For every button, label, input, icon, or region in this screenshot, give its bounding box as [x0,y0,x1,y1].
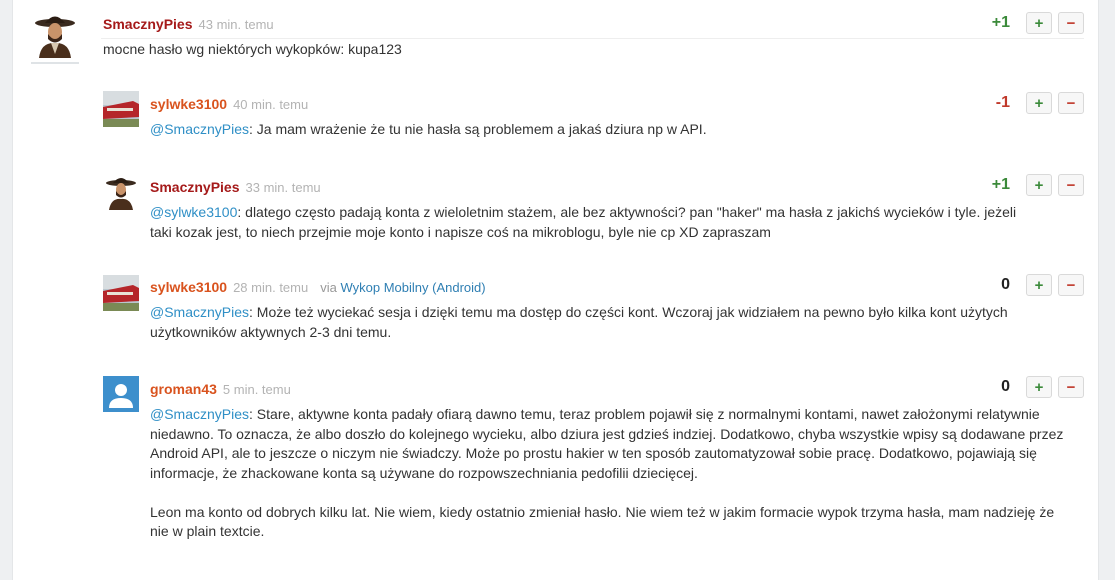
comment-body: : Stare, aktywne konta padały ofiarą daw… [150,406,1064,481]
downvote-button[interactable]: − [1058,92,1084,114]
vote-box: +1 + − [980,12,1084,34]
entry-text: mocne hasło wg niektórych wykopków: kupa… [103,41,402,57]
comment-body-paragraph: Leon ma konto od dobrych kilku lat. Nie … [150,503,1055,540]
vote-score: -1 [995,94,1010,111]
comment-text: @SmacznyPies: Stare, aktywne konta padał… [150,405,1070,542]
vote-box: -1 + − [980,92,1084,114]
upvote-button[interactable]: + [1026,274,1052,296]
avatar[interactable] [103,174,139,210]
vote-box: 0 + − [980,376,1084,398]
comment: sylwke3100 40 min. temu -1 + − @SmacznyP… [13,88,1098,148]
user-mention[interactable]: @SmacznyPies [150,406,249,422]
comment-thread: SmacznyPies 43 min. temu +1 + − mocne ha… [12,0,1099,580]
avatar[interactable] [103,91,139,127]
comment-text: @sylwke3100: dlatego często padają konta… [150,203,1038,242]
upvote-button[interactable]: + [1026,12,1052,34]
comment-body: : dlatego często padają konta z wielolet… [150,204,1017,240]
author-link[interactable]: sylwke3100 [150,279,227,295]
comment-header: SmacznyPies 33 min. temu [150,179,321,195]
comment-header: sylwke3100 40 min. temu [150,96,308,112]
author-link[interactable]: sylwke3100 [150,96,227,112]
downvote-button[interactable]: − [1058,12,1084,34]
comment: groman43 5 min. temu 0 + − @SmacznyPies:… [13,373,1098,563]
vote-score: +1 [991,14,1010,31]
entry-header: SmacznyPies 43 min. temu [103,16,274,32]
vote-score: +1 [991,176,1010,193]
entry: SmacznyPies 43 min. temu +1 + − mocne ha… [13,0,1098,70]
downvote-button[interactable]: − [1058,174,1084,196]
author-link[interactable]: groman43 [150,381,217,397]
comment-text: @SmacznyPies: Ja mam wrażenie że tu nie … [150,120,1038,140]
vote-box: 0 + − [980,274,1084,296]
downvote-button[interactable]: − [1058,274,1084,296]
timestamp[interactable]: 28 min. temu [233,280,308,295]
comment-header: sylwke3100 28 min. temu via Wykop Mobiln… [150,279,486,295]
author-link[interactable]: SmacznyPies [103,16,193,32]
vote-box: +1 + − [980,174,1084,196]
via-info: via Wykop Mobilny (Android) [320,280,485,295]
via-prefix: via [320,280,337,295]
vote-score: 0 [1001,276,1010,293]
comment-body: : Może też wyciekać sesja i dzięki temu … [150,304,1008,340]
author-link[interactable]: SmacznyPies [150,179,240,195]
comment: sylwke3100 28 min. temu via Wykop Mobiln… [13,272,1098,352]
user-mention[interactable]: @sylwke3100 [150,204,237,220]
avatar-divider [31,62,79,64]
timestamp[interactable]: 5 min. temu [223,382,291,397]
upvote-button[interactable]: + [1026,92,1052,114]
avatar[interactable] [103,376,139,412]
upvote-button[interactable]: + [1026,174,1052,196]
header-separator [101,38,1084,39]
comment: SmacznyPies 33 min. temu +1 + − @sylwke3… [13,172,1098,252]
comment-text: @SmacznyPies: Może też wyciekać sesja i … [150,303,1038,342]
user-mention[interactable]: @SmacznyPies [150,121,249,137]
timestamp[interactable]: 33 min. temu [246,180,321,195]
upvote-button[interactable]: + [1026,376,1052,398]
avatar[interactable] [103,275,139,311]
downvote-button[interactable]: − [1058,376,1084,398]
avatar[interactable] [31,12,79,58]
via-app-link[interactable]: Wykop Mobilny (Android) [340,280,485,295]
comment-header: groman43 5 min. temu [150,381,291,397]
vote-score: 0 [1001,378,1010,395]
user-mention[interactable]: @SmacznyPies [150,304,249,320]
comment-body: : Ja mam wrażenie że tu nie hasła są pro… [249,121,707,137]
timestamp[interactable]: 40 min. temu [233,97,308,112]
timestamp[interactable]: 43 min. temu [199,17,274,32]
